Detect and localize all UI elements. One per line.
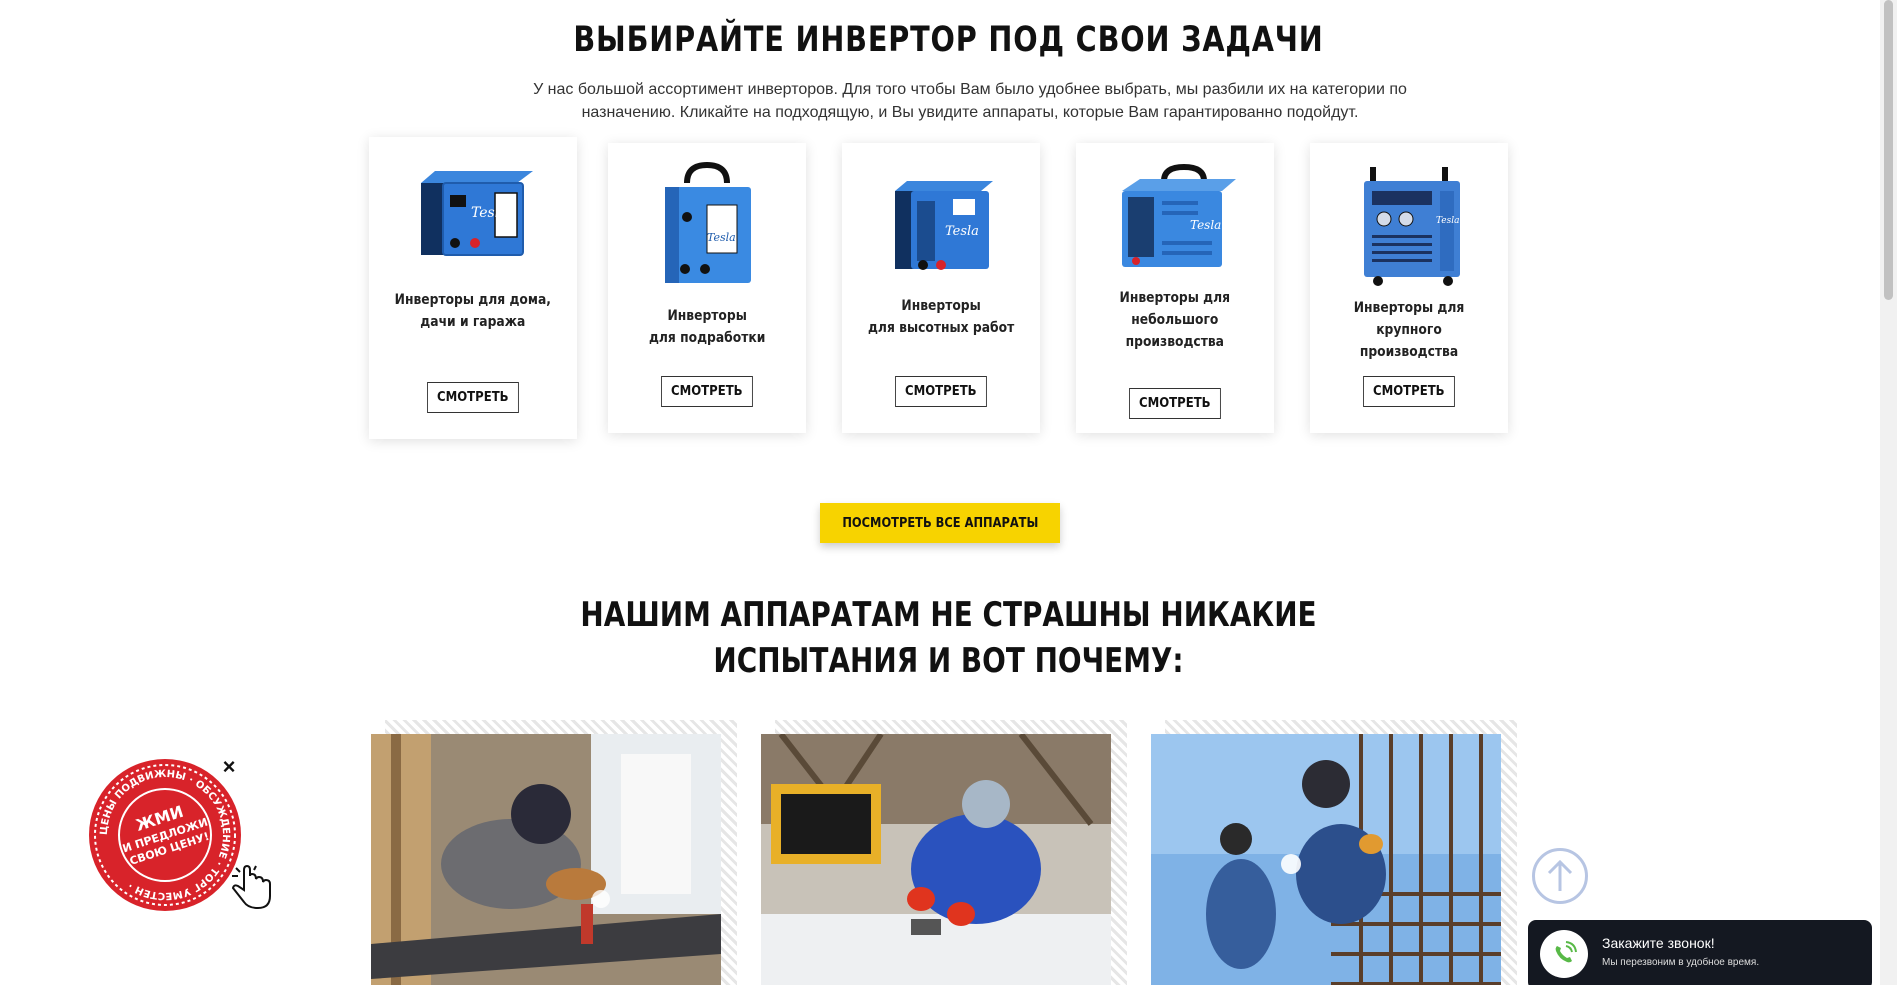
subtitle-line-2: назначению. Кликайте на подходящую, и Вы… bbox=[581, 104, 1359, 121]
category-card-side-job[interactable]: Tesla Инверторы для подработки СМОТРЕТЬ bbox=[608, 143, 806, 433]
card-label: Инверторы для дома, дачи и гаража bbox=[394, 292, 552, 330]
section-subtitle: У нас большой ассортимент инверторов. Дл… bbox=[530, 78, 1410, 124]
arrow-up-icon bbox=[1547, 859, 1573, 891]
card-label: Инверторы для небольшого производства bbox=[1119, 290, 1231, 350]
welder-outdoor-image bbox=[761, 734, 1111, 985]
svg-text:Tesla: Tesla bbox=[707, 231, 736, 244]
photo-card-workshop bbox=[371, 720, 737, 985]
inverter-handle-image: Tesla bbox=[665, 161, 751, 283]
scrollbar-thumb[interactable] bbox=[1884, 0, 1893, 300]
inverter-medium-image: Tesla bbox=[1122, 163, 1236, 267]
section-title-tests: НАШИМ АППАРАТАМ НЕ СТРАШНЫ НИКАКИЕ ИСПЫТ… bbox=[580, 595, 1317, 681]
view-button[interactable]: СМОТРЕТЬ bbox=[1363, 376, 1455, 407]
page-scrollbar[interactable] bbox=[1880, 0, 1897, 985]
scroll-to-top-button[interactable] bbox=[1532, 848, 1588, 904]
welder-workshop-image bbox=[371, 734, 721, 985]
inverter-compact-image: Tesla bbox=[895, 181, 993, 270]
page: ВЫБИРАЙТЕ ИНВЕРТОР ПОД СВОИ ЗАДАЧИ У нас… bbox=[0, 0, 1897, 985]
section-title-choose: ВЫБИРАЙТЕ ИНВЕРТОР ПОД СВОИ ЗАДАЧИ bbox=[573, 20, 1324, 60]
card-label: Инверторы для крупного производства bbox=[1353, 300, 1465, 360]
category-card-home[interactable]: Tesla Инверторы для дома, дачи и гаража … bbox=[369, 137, 577, 439]
callback-title: Закажите звонок! bbox=[1602, 935, 1715, 951]
inverter-large-image: Tesla bbox=[1364, 167, 1460, 286]
photo-card-rebar bbox=[1151, 720, 1517, 985]
svg-text:Tesla: Tesla bbox=[1190, 218, 1221, 232]
svg-text:Tesla: Tesla bbox=[471, 205, 508, 221]
inverter-small-image: Tesla bbox=[421, 171, 533, 256]
category-card-large-production[interactable]: Tesla Инверторы для крупного производств… bbox=[1310, 143, 1508, 433]
category-card-high-altitude[interactable]: Tesla Инверторы для высотных работ СМОТР… bbox=[842, 143, 1040, 433]
category-cards: Tesla Инверторы для дома, дачи и гаража … bbox=[0, 135, 1897, 445]
view-all-devices-button[interactable]: ПОСМОТРЕТЬ ВСЕ АППАРАТЫ bbox=[820, 503, 1060, 543]
card-label: Инверторы для подработки bbox=[648, 308, 766, 346]
svg-text:Tesla: Tesla bbox=[945, 224, 979, 239]
view-button[interactable]: СМОТРЕТЬ bbox=[427, 382, 519, 413]
view-button[interactable]: СМОТРЕТЬ bbox=[661, 376, 753, 407]
welder-rebar-image bbox=[1151, 734, 1501, 985]
callback-subtitle: Мы перезвоним в удобное время. bbox=[1602, 957, 1760, 968]
subtitle-line-1: У нас большой ассортимент инверторов. Дл… bbox=[533, 81, 1407, 98]
card-label: Инверторы для высотных работ bbox=[867, 298, 1015, 336]
view-button[interactable]: СМОТРЕТЬ bbox=[1129, 388, 1221, 419]
photo-card-outdoor bbox=[761, 720, 1127, 985]
close-icon[interactable]: × bbox=[219, 756, 239, 778]
pointer-hand-icon bbox=[231, 864, 271, 910]
callback-widget[interactable]: Закажите звонок! Мы перезвоним в удобное… bbox=[1528, 920, 1872, 985]
category-card-small-production[interactable]: Tesla Инверторы для небольшого производс… bbox=[1076, 143, 1274, 433]
phone-icon bbox=[1540, 930, 1588, 978]
offer-price-stamp[interactable]: ЦЕНЫ ПОДВИЖНЫ · ОБСУЖДЕНИЕ · ТОРГ УМЕСТЕ… bbox=[85, 755, 245, 915]
svg-text:Tesla: Tesla bbox=[1436, 216, 1460, 226]
view-button[interactable]: СМОТРЕТЬ bbox=[895, 376, 987, 407]
